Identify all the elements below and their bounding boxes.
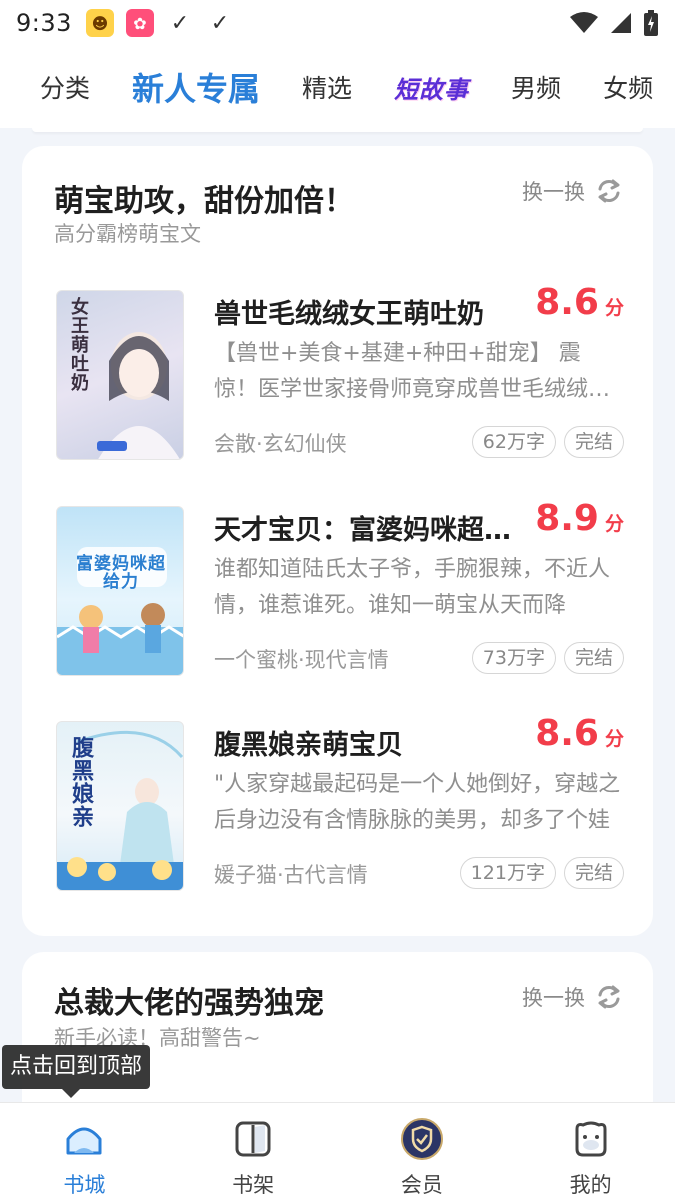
tab-category[interactable]: 分类 bbox=[40, 69, 90, 105]
status-time: 9:33 bbox=[16, 9, 72, 37]
score-value: 8.6 bbox=[535, 713, 599, 754]
book-title: 天才宝贝：富婆妈咪超给力 bbox=[214, 515, 524, 546]
category-tabs: 分类 新人专属 精选 短故事 男频 女频 bbox=[0, 46, 675, 128]
bookstore-icon bbox=[66, 1127, 102, 1155]
book-cover[interactable]: 富婆妈咪超给力 bbox=[56, 506, 184, 676]
nav-label: 我的 bbox=[569, 1173, 612, 1197]
book-author-genre: 媛子猫·古代言情 bbox=[214, 863, 368, 887]
card-subtitle: 高分霸榜萌宝文 bbox=[54, 222, 201, 246]
app-notification-icon: ✿ bbox=[125, 9, 154, 37]
score-unit: 分 bbox=[604, 728, 624, 750]
book-title: 腹黑娘亲萌宝贝 bbox=[214, 730, 403, 761]
status-tag: 完结 bbox=[563, 426, 624, 458]
book-cover[interactable]: 腹黑娘亲 bbox=[56, 721, 184, 891]
refresh-button[interactable]: 换一换 bbox=[522, 176, 623, 206]
book-description: 谁都知道陆氏太子爷，手腕狠辣，不近人情，谁惹谁死。谁知一萌宝从天而降 bbox=[214, 557, 611, 618]
refresh-label: 换一换 bbox=[522, 180, 585, 204]
book-item[interactable]: 富婆妈咪超给力 天才宝贝：富婆妈咪超给力 8.9 分 谁都知道陆氏太子爷，手腕狠… bbox=[54, 498, 624, 681]
book-score: 8.6 分 bbox=[535, 713, 624, 754]
tab-newcomer[interactable]: 新人专属 bbox=[132, 50, 260, 110]
status-tag: 完结 bbox=[563, 857, 624, 889]
book-tags: 121万字 完结 bbox=[459, 857, 624, 889]
cellular-signal-icon bbox=[611, 13, 631, 33]
score-value: 8.6 bbox=[535, 282, 599, 323]
score-value: 8.9 bbox=[535, 498, 599, 539]
refresh-icon bbox=[598, 179, 620, 203]
refresh-button[interactable]: 换一换 bbox=[522, 982, 623, 1012]
word-count-tag: 73万字 bbox=[471, 642, 556, 674]
book-author-genre: 会散·玄幻仙侠 bbox=[214, 432, 347, 456]
bottom-navigation: 书城 书架 会员 我的 bbox=[0, 1102, 675, 1200]
word-count-tag: 121万字 bbox=[459, 857, 556, 889]
score-unit: 分 bbox=[604, 297, 624, 319]
nav-label: 书架 bbox=[232, 1173, 275, 1197]
book-tags: 62万字 完结 bbox=[471, 426, 624, 458]
back-to-top-tooltip[interactable]: 点击回到顶部 bbox=[2, 1045, 151, 1098]
profile-icon bbox=[575, 1121, 607, 1157]
wifi-icon bbox=[570, 12, 598, 33]
score-unit: 分 bbox=[604, 513, 624, 535]
nav-membership[interactable]: 会员 bbox=[338, 1103, 507, 1200]
tab-female[interactable]: 女频 bbox=[603, 69, 653, 105]
book-item[interactable]: 腹黑娘亲 腹黑娘亲萌宝贝 8.6 分 "人家穿越最起码是一个人她倒好，穿越之后身… bbox=[54, 713, 624, 896]
nav-bookstore[interactable]: 书城 bbox=[0, 1103, 169, 1200]
cover-title: 腹黑娘亲 bbox=[68, 736, 94, 828]
notification-icons: ☻ ✿ ✓ ✓ bbox=[85, 9, 234, 37]
book-title: 兽世毛绒绒女王萌吐奶 bbox=[214, 299, 484, 330]
book-score: 8.6 分 bbox=[535, 282, 624, 323]
book-item[interactable]: 女王萌吐奶 兽世毛绒绒女王萌吐奶 8.6 分 【兽世+美食+基建+种田+甜宠】 … bbox=[54, 282, 624, 465]
recommend-card: 萌宝助攻，甜份加倍！ 高分霸榜萌宝文 换一换 女王萌吐奶 兽世毛绒绒女王萌吐奶 … bbox=[22, 146, 653, 936]
previous-card-edge bbox=[32, 128, 643, 132]
bookshelf-icon bbox=[235, 1121, 271, 1157]
book-cover[interactable]: 女王萌吐奶 bbox=[56, 290, 184, 460]
nav-label: 会员 bbox=[400, 1173, 443, 1197]
cover-title: 富婆妈咪超给力 bbox=[76, 554, 166, 592]
cover-title: 女王萌吐奶 bbox=[68, 297, 89, 392]
refresh-label: 换一换 bbox=[522, 986, 585, 1010]
refresh-icon bbox=[598, 985, 620, 1009]
nav-profile[interactable]: 我的 bbox=[506, 1103, 675, 1200]
nav-bookshelf[interactable]: 书架 bbox=[169, 1103, 338, 1200]
system-status-icons bbox=[569, 10, 659, 36]
book-tags: 73万字 完结 bbox=[471, 642, 624, 674]
book-description: "人家穿越最起码是一个人她倒好，穿越之后身边没有含情脉脉的美男，却多了个娃 bbox=[214, 772, 621, 833]
tab-short-story[interactable]: 短故事 bbox=[394, 70, 469, 105]
tab-male[interactable]: 男频 bbox=[511, 69, 561, 105]
status-tag: 完结 bbox=[563, 642, 624, 674]
word-count-tag: 62万字 bbox=[471, 426, 556, 458]
card-title: 总裁大佬的强势独宠 bbox=[54, 986, 324, 1021]
book-description: 【兽世+美食+基建+种田+甜宠】 震惊！医学世家接骨师竟穿成兽世毛绒绒女王萌吐奶 bbox=[214, 341, 611, 402]
app-notification-icon: ☻ bbox=[85, 9, 114, 37]
download-complete-icon: ✓ bbox=[210, 10, 230, 36]
download-complete-icon: ✓ bbox=[170, 10, 190, 36]
status-bar: 9:33 ☻ ✿ ✓ ✓ bbox=[0, 0, 675, 46]
tab-featured[interactable]: 精选 bbox=[302, 69, 352, 105]
book-score: 8.9 分 bbox=[535, 498, 624, 539]
card-title: 萌宝助攻，甜份加倍！ bbox=[54, 184, 354, 219]
book-author-genre: 一个蜜桃·现代言情 bbox=[214, 648, 389, 672]
battery-icon bbox=[644, 10, 658, 36]
membership-shield-icon bbox=[400, 1118, 443, 1160]
nav-label: 书城 bbox=[63, 1173, 106, 1197]
